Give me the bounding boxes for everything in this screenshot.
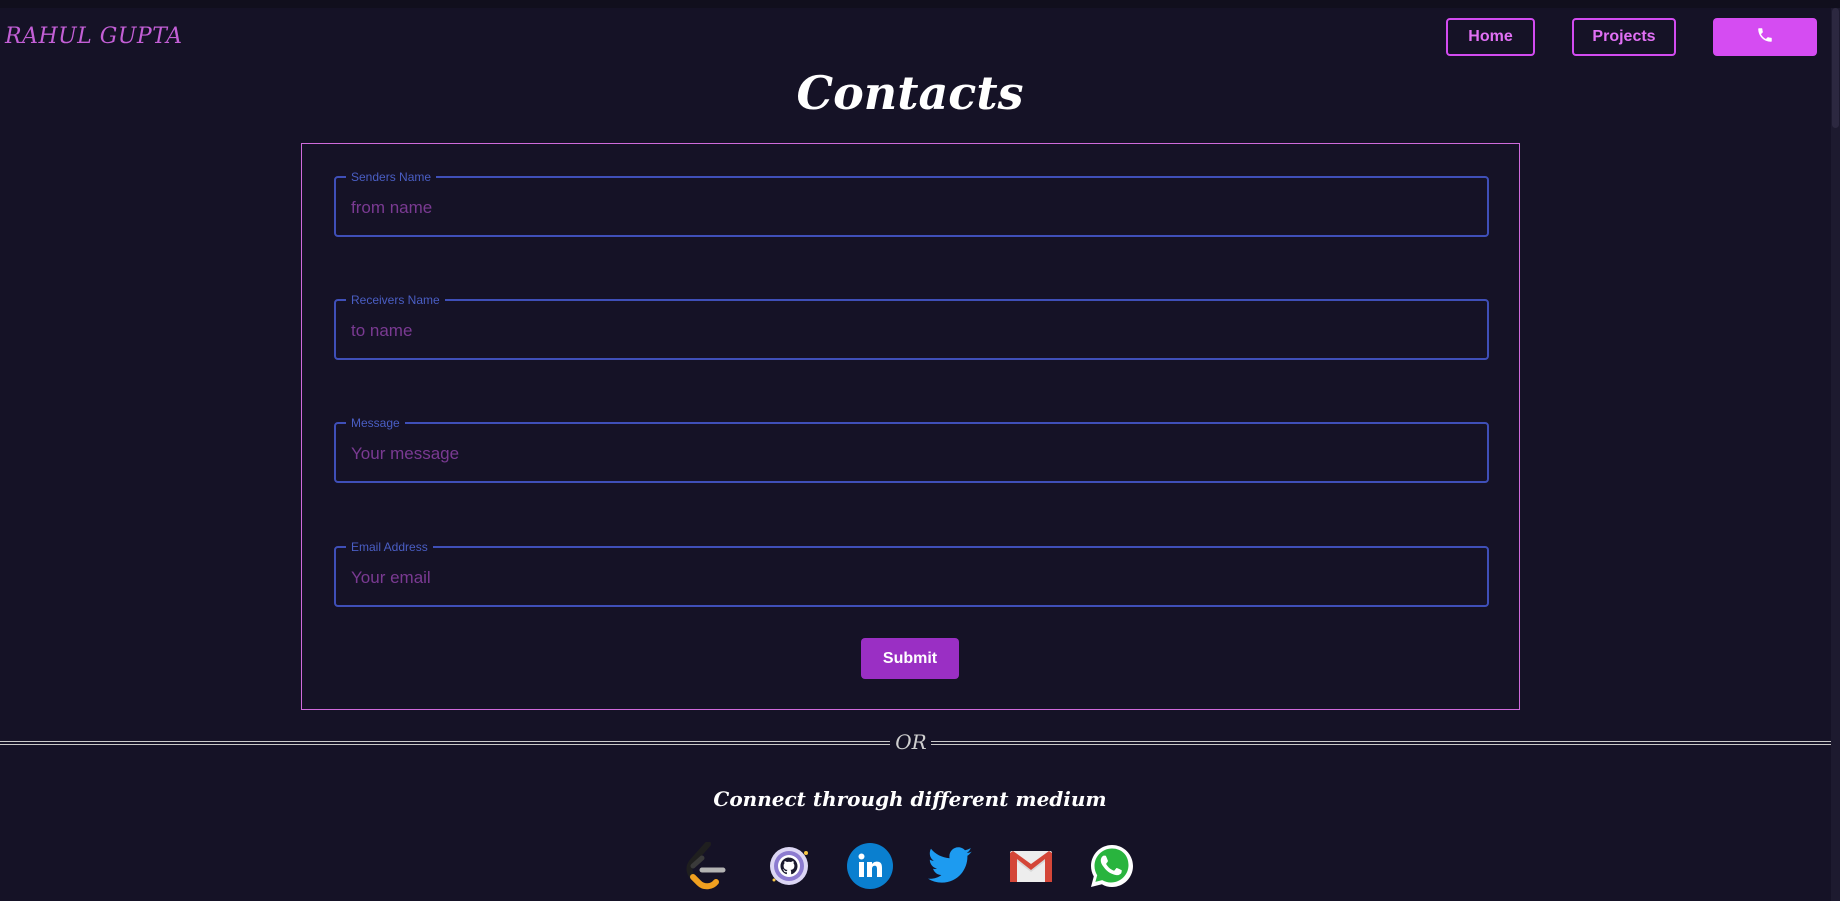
nav-projects-button[interactable]: Projects [1572, 18, 1676, 56]
senders-name-field: Senders Name [334, 169, 1489, 237]
linkedin-icon[interactable] [846, 842, 894, 890]
phone-icon [1756, 26, 1774, 49]
twitter-icon[interactable] [926, 842, 974, 890]
email-field: Email Address [334, 539, 1489, 607]
receivers-name-input[interactable] [349, 301, 1473, 360]
senders-name-input[interactable] [349, 178, 1473, 237]
divider-right [931, 741, 1837, 745]
page-scrollbar[interactable] [1831, 8, 1840, 901]
browser-top-strip [0, 0, 1840, 8]
github-icon[interactable] [765, 842, 813, 890]
nav-home-button[interactable]: Home [1446, 18, 1535, 56]
connect-heading: Connect through different medium [713, 787, 1107, 811]
gmail-icon[interactable] [1007, 842, 1055, 890]
whatsapp-icon[interactable] [1088, 842, 1136, 890]
leetcode-icon[interactable] [682, 841, 730, 890]
nav-contact-button[interactable] [1713, 18, 1817, 56]
contact-form: Senders Name Receivers Name Message Emai… [301, 143, 1520, 710]
scrollbar-thumb[interactable] [1832, 8, 1839, 128]
divider-left [0, 741, 890, 745]
brand-logo[interactable]: RAHUL GUPTA [5, 24, 183, 49]
message-field: Message [334, 415, 1489, 483]
email-input[interactable] [349, 548, 1473, 607]
message-input[interactable] [349, 424, 1473, 483]
page-title: Contacts [796, 66, 1024, 120]
submit-button[interactable]: Submit [861, 638, 959, 679]
receivers-name-field: Receivers Name [334, 292, 1489, 360]
or-divider-text: OR [895, 730, 927, 754]
